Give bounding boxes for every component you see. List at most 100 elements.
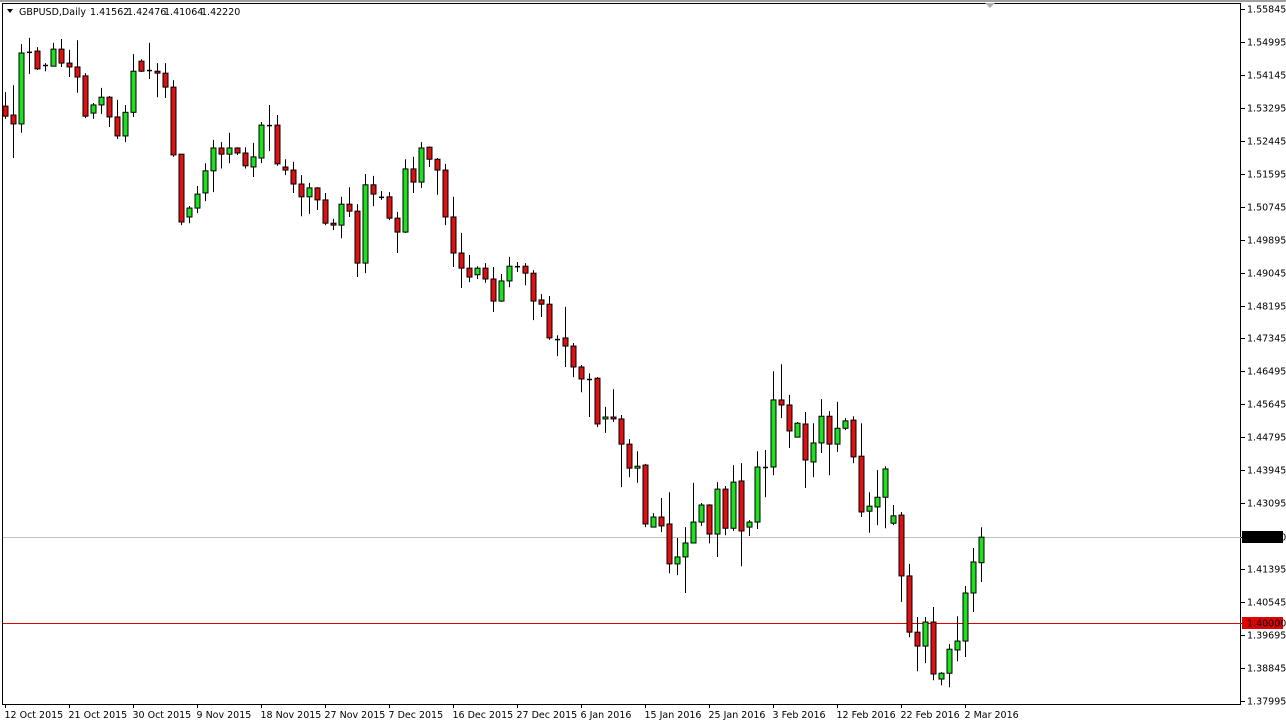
candle-body-bear [282, 166, 289, 171]
chart-legend: GBPUSD,Daily 1.41562 1.42476 1.41064 1.4… [7, 7, 240, 18]
candle-body-bull [602, 416, 609, 420]
y-tick-label: 1.45645 [1247, 400, 1286, 411]
candle-body-bull [650, 516, 657, 528]
candle-body-bear [74, 66, 81, 78]
candle-body-bull [922, 621, 929, 647]
candle [362, 173, 369, 274]
legend-high: 1.42476 [127, 7, 166, 18]
candle-body-bull [954, 640, 961, 651]
candle [594, 377, 601, 428]
candle-body-bull [226, 147, 233, 155]
candle [82, 73, 89, 119]
chart-background [0, 0, 1286, 727]
candle-body-bear [426, 146, 433, 160]
x-tick-label: 27 Dec 2015 [517, 710, 578, 721]
y-tick-label: 1.53295 [1247, 104, 1286, 115]
candle [418, 142, 425, 188]
y-tick-label: 1.38845 [1247, 664, 1286, 675]
candle-body-bear [442, 169, 449, 218]
candle [178, 153, 185, 226]
x-tick-label: 3 Feb 2016 [773, 710, 826, 721]
x-tick-label: 7 Dec 2015 [389, 710, 444, 721]
candle-body-bear [322, 199, 329, 224]
candle-body-bull [882, 468, 889, 498]
y-tick-label: 1.49895 [1247, 236, 1286, 247]
candle-body-bull [634, 465, 641, 469]
candle-body-bull [874, 496, 881, 508]
candle [34, 47, 41, 71]
candle-body-bull [258, 124, 265, 159]
candle-body-bull [714, 488, 721, 535]
candle [402, 159, 409, 233]
candle-body-bear [738, 480, 745, 532]
candle-body-bull [18, 52, 25, 125]
candle [722, 485, 729, 536]
candle-body-bear [66, 62, 73, 68]
candle-body-bear [538, 299, 545, 305]
candle-body-bear [34, 50, 41, 70]
candle-body-bull [186, 207, 193, 218]
x-tick-label: 18 Nov 2015 [261, 710, 322, 721]
candle [138, 59, 145, 72]
y-tick-label: 1.50745 [1247, 203, 1286, 214]
y-tick-label: 1.42220 [1247, 533, 1286, 544]
candle-body-bull [122, 111, 129, 137]
candle-body-bear [106, 96, 113, 118]
candle-body-bull [770, 399, 777, 468]
candle-body-bull [210, 147, 217, 172]
candle-body-bull [794, 422, 801, 438]
x-tick-label: 27 Nov 2015 [325, 710, 386, 721]
candle-body-bull [498, 280, 505, 302]
candle-body-bull [978, 536, 985, 564]
candle-body-bull [506, 265, 513, 282]
y-tick-label: 1.40545 [1247, 598, 1286, 609]
candle-body-bear [170, 86, 177, 156]
candle-body-bear [274, 124, 281, 165]
legend-low: 1.41064 [164, 7, 203, 18]
legend-symbol: GBPUSD,Daily [19, 7, 86, 18]
y-tick-label: 1.43095 [1247, 499, 1286, 510]
x-tick-label: 30 Oct 2015 [133, 710, 192, 721]
candle-body-bear [10, 114, 17, 125]
candle-body-bear [394, 217, 401, 233]
x-tick-label: 16 Dec 2015 [453, 710, 514, 721]
candle-body-bear [642, 464, 649, 525]
candle-body-bull [682, 542, 689, 558]
candle [258, 121, 265, 164]
candle-body-bear [242, 152, 249, 167]
candle-body-bear [914, 631, 921, 647]
candle-body-bear [706, 504, 713, 535]
candle-body-bear [138, 60, 145, 72]
candle-body-bear [618, 418, 625, 445]
candle-body-bull [690, 521, 697, 544]
x-tick-label: 15 Jan 2016 [645, 710, 702, 721]
candle-body-bear [154, 70, 161, 74]
window-top-edge [0, 0, 1286, 2]
candle-body-bear [722, 488, 729, 529]
candlestick-chart[interactable]: 1.55845 1.54995 1.54145 1.53295 1.52445 1.515… [0, 0, 1286, 727]
candle-body-bear [114, 116, 121, 137]
candle-body-bear [626, 443, 633, 469]
y-tick-label: 1.41395 [1247, 565, 1286, 576]
candle-body-bull [250, 156, 257, 168]
candle-body-bear [346, 203, 353, 212]
candle-body-bull [946, 648, 953, 674]
candle-body-bear [594, 377, 601, 425]
y-tick-label: 1.54145 [1247, 71, 1286, 82]
candle-body-bull [754, 466, 761, 523]
candle-body-bear [578, 366, 585, 380]
candle-body-bull [130, 70, 137, 113]
candle-body-bull [746, 521, 753, 528]
candle-body-bear [858, 455, 865, 513]
candle-body-bull [818, 415, 825, 444]
candle-body-bear [610, 416, 617, 420]
candle-body-bull [338, 203, 345, 226]
candle-body-bear [778, 399, 785, 406]
candle-body-bear [458, 252, 465, 269]
y-tick-label: 1.44795 [1247, 433, 1286, 444]
candle [18, 44, 25, 133]
candle-body-bear [290, 169, 297, 185]
candle-body-bear [2, 105, 9, 117]
candle-body-bear [178, 153, 185, 223]
candle-body-bear [490, 278, 497, 302]
